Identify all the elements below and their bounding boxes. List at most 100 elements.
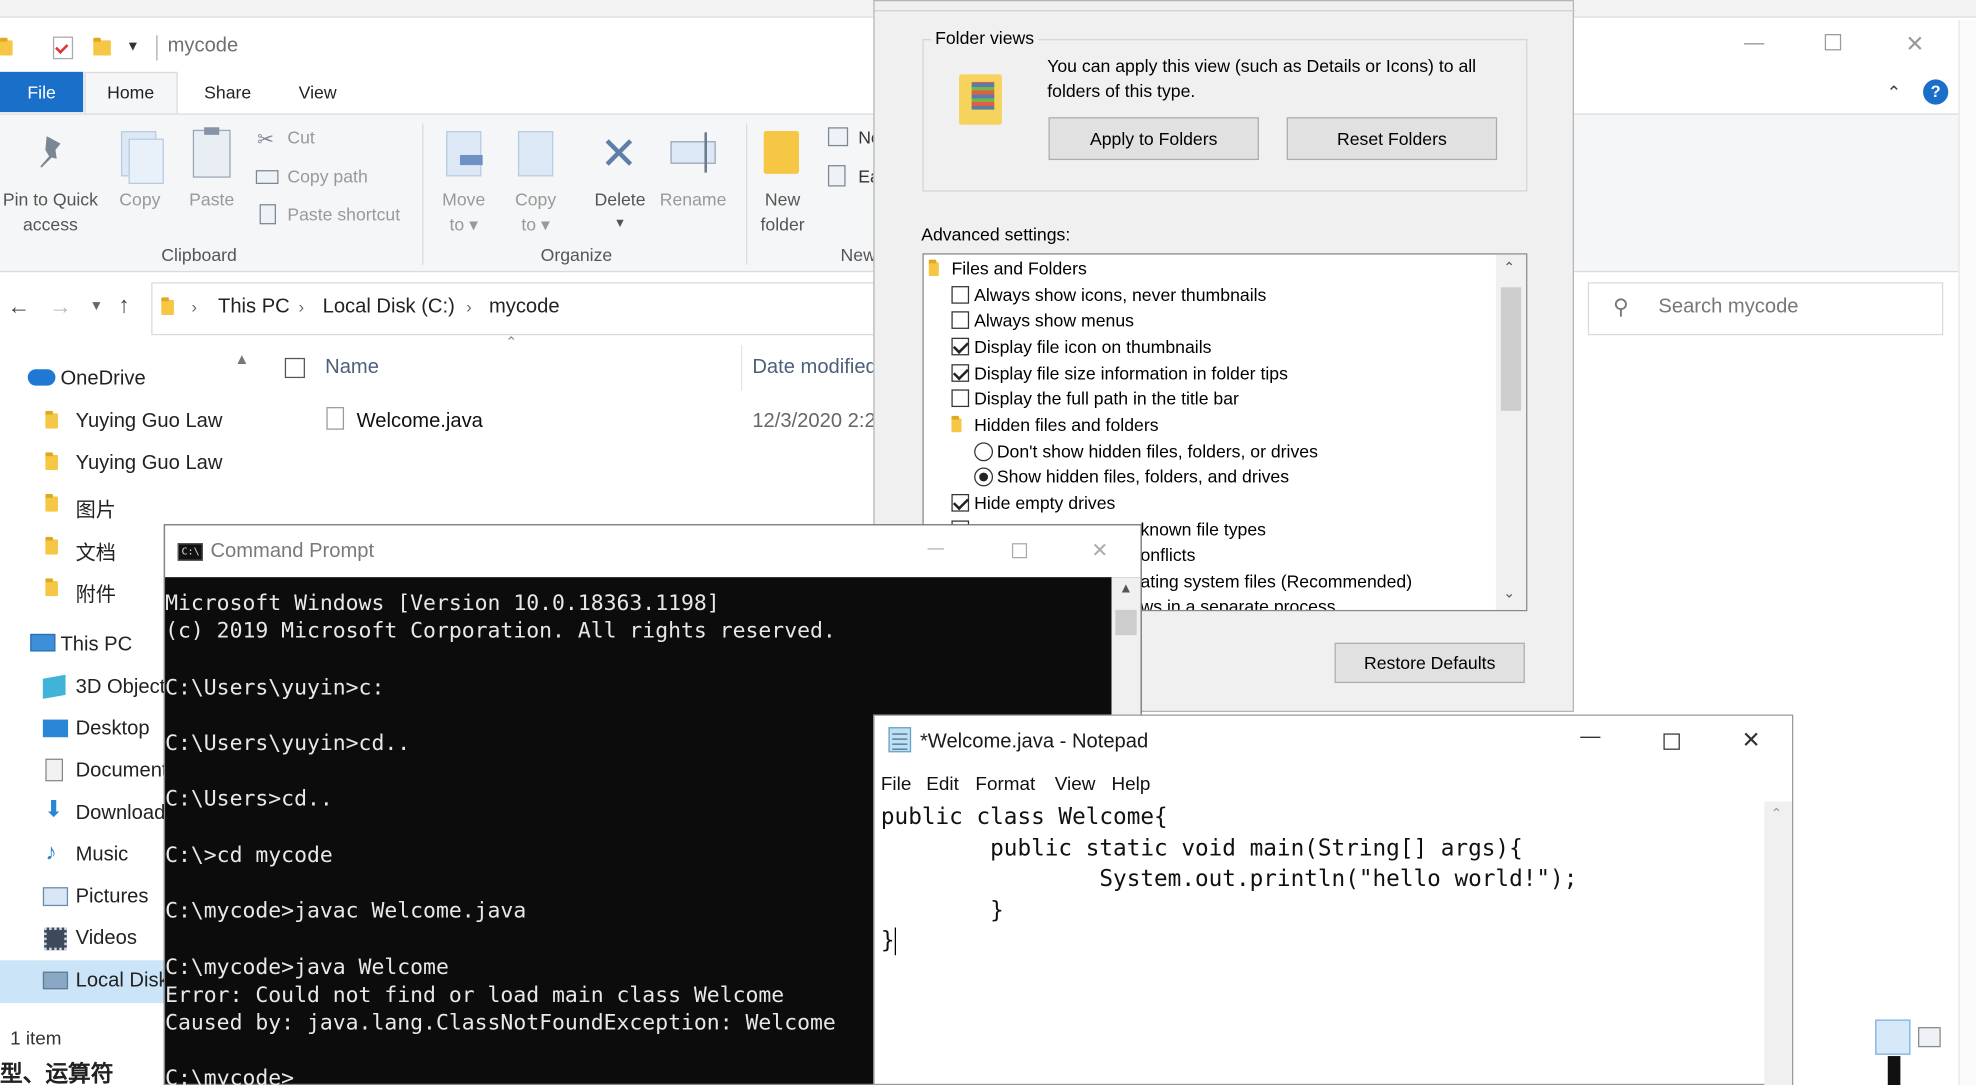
pin-label-line1: Pin to Quick (2, 189, 98, 210)
folder-icon (45, 493, 58, 512)
cut-button[interactable]: Cut (287, 127, 314, 147)
details-view-icon[interactable] (1875, 1019, 1911, 1055)
maximize-button[interactable] (1824, 34, 1842, 51)
tab-view[interactable]: View (299, 82, 337, 102)
nav-music[interactable]: Music (76, 844, 129, 867)
advanced-setting-row[interactable]: known file types (1140, 517, 1266, 542)
advanced-setting-row[interactable]: Hidden files and folders (974, 412, 1158, 437)
setting-checkbox[interactable] (951, 286, 970, 304)
properties-icon[interactable] (52, 36, 74, 60)
nav-videos[interactable]: Videos (76, 928, 137, 951)
customize-quick-access-icon[interactable]: ▼ (126, 39, 140, 54)
breadcrumb-local-disk[interactable]: Local Disk (C:) (323, 296, 455, 319)
copy-path-button[interactable]: Copy path (287, 166, 367, 186)
cmd-minimize-button[interactable]: — (928, 538, 944, 557)
cmd-scroll-thumb[interactable] (1115, 609, 1137, 636)
tree-scroll-thumb[interactable] (1500, 287, 1522, 411)
nav-documents[interactable]: Documents (76, 760, 178, 783)
setting-checkbox[interactable] (951, 389, 970, 408)
cmd-close-button[interactable]: ✕ (1091, 538, 1108, 563)
advanced-setting-row[interactable]: Always show menus (974, 307, 1134, 332)
copy-path-icon (255, 170, 279, 184)
forward-arrow-icon[interactable]: → (49, 294, 72, 320)
tab-share[interactable]: Share (204, 82, 251, 102)
copy-to-button[interactable]: Copy to ▾ (505, 187, 565, 237)
reset-folders-button[interactable]: Reset Folders (1286, 117, 1498, 161)
back-arrow-icon[interactable]: ← (8, 294, 31, 320)
setting-radio[interactable] (974, 442, 994, 462)
paste-button[interactable]: Paste (181, 187, 241, 212)
column-date-modified[interactable]: Date modified (752, 357, 876, 380)
advanced-setting-row[interactable]: Show hidden files, folders, and drives (997, 464, 1289, 489)
rename-button[interactable]: Rename (655, 187, 731, 212)
cmd-maximize-button[interactable] (1011, 543, 1028, 559)
up-arrow-icon[interactable]: ↑ (118, 292, 129, 318)
new-folder-quick-icon[interactable] (93, 37, 111, 56)
help-icon[interactable]: ? (1923, 79, 1949, 105)
nav-scroll-up-icon[interactable]: ▲ (234, 350, 249, 368)
tree-scroll-up-icon[interactable]: ⌃ (1503, 260, 1515, 276)
menu-view[interactable]: View (1055, 774, 1096, 795)
nav-documents-cn[interactable]: 文档 (76, 536, 116, 566)
file-name-welcome-java[interactable]: Welcome.java (357, 411, 483, 434)
notepad-maximize-button[interactable] (1663, 733, 1680, 750)
collapse-ribbon-icon[interactable]: ⌃ (1887, 82, 1902, 103)
menu-format[interactable]: Format (975, 774, 1035, 795)
notepad-minimize-button[interactable]: — (1580, 726, 1600, 749)
delete-button[interactable]: Delete ▼ (587, 187, 653, 237)
cmd-scroll-up-icon[interactable]: ▲ (1119, 581, 1133, 596)
nav-3d-objects[interactable]: 3D Objects (76, 677, 176, 700)
minimize-button[interactable]: — (1744, 33, 1764, 56)
notepad-scrollbar[interactable]: ⌃ (1764, 801, 1793, 1085)
apply-to-folders-button[interactable]: Apply to Folders (1048, 117, 1259, 161)
setting-checkbox[interactable] (951, 364, 970, 382)
notepad-scroll-up-icon[interactable]: ⌃ (1771, 805, 1783, 822)
pin-to-quick-access-button[interactable]: Pin to Quick access (0, 187, 101, 237)
advanced-setting-row[interactable]: ating system files (Recommended) (1140, 568, 1412, 593)
advanced-setting-row[interactable]: onflicts (1140, 542, 1195, 567)
explorer-scrollbar[interactable] (1958, 20, 1976, 1085)
nav-this-pc[interactable]: This PC (60, 634, 132, 657)
tree-scrollbar[interactable]: ⌃ ⌄ (1495, 254, 1527, 610)
nav-downloads[interactable]: Downloads (76, 803, 176, 826)
setting-checkbox[interactable] (951, 337, 970, 356)
menu-file[interactable]: File (881, 774, 911, 795)
recent-locations-icon[interactable]: ▼ (89, 299, 103, 314)
paste-shortcut-button[interactable]: Paste shortcut (287, 204, 400, 224)
advanced-setting-row[interactable]: Display file icon on thumbnails (974, 334, 1211, 359)
nav-yuying-guo-law-1[interactable]: Yuying Guo Law (76, 411, 223, 434)
advanced-setting-row[interactable]: ws in a separate process (1140, 594, 1335, 610)
tree-scroll-down-icon[interactable]: ⌄ (1503, 585, 1515, 601)
breadcrumb-this-pc[interactable]: This PC (218, 296, 290, 319)
nav-desktop[interactable]: Desktop (76, 718, 150, 741)
nav-local-disk[interactable]: Local Disk (76, 970, 169, 993)
menu-edit[interactable]: Edit (926, 774, 959, 795)
nav-yuying-guo-law-2[interactable]: Yuying Guo Law (76, 452, 223, 475)
advanced-setting-row[interactable]: Always show icons, never thumbnails (974, 282, 1266, 307)
menu-help[interactable]: Help (1111, 774, 1150, 795)
nav-onedrive[interactable]: OneDrive (60, 368, 145, 391)
column-name[interactable]: Name (325, 357, 379, 380)
large-icons-view-icon[interactable] (1918, 1027, 1941, 1048)
advanced-setting-row[interactable]: Display the full path in the title bar (974, 386, 1239, 411)
nav-pictures[interactable]: Pictures (76, 886, 149, 909)
notepad-close-button[interactable]: ✕ (1742, 727, 1761, 753)
breadcrumb-mycode[interactable]: mycode (489, 296, 560, 319)
nav-pictures-cn[interactable]: 图片 (76, 493, 116, 523)
move-to-button[interactable]: Move to ▾ (434, 187, 494, 237)
advanced-setting-row[interactable]: Files and Folders (951, 256, 1086, 281)
advanced-setting-row[interactable]: Display file size information in folder … (974, 360, 1288, 385)
advanced-setting-row[interactable]: Hide empty drives (974, 490, 1115, 515)
new-folder-button[interactable]: New folder (751, 187, 814, 237)
copy-button[interactable]: Copy (111, 187, 169, 212)
setting-checkbox[interactable] (951, 311, 970, 329)
setting-checkbox[interactable] (951, 493, 970, 512)
close-button[interactable]: ✕ (1905, 32, 1924, 58)
advanced-setting-row[interactable]: Don't show hidden files, folders, or dri… (997, 439, 1318, 464)
tab-home[interactable]: Home (107, 82, 154, 102)
tab-file[interactable]: File (0, 71, 84, 113)
select-all-checkbox[interactable] (284, 357, 305, 379)
restore-defaults-button[interactable]: Restore Defaults (1334, 642, 1525, 684)
nav-attachments-cn[interactable]: 附件 (76, 577, 116, 607)
setting-radio[interactable] (974, 467, 994, 487)
